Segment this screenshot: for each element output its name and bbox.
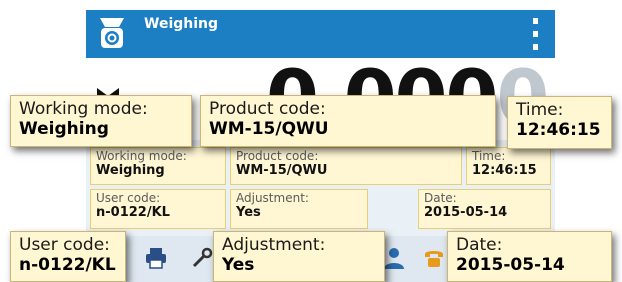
date-label: Date: bbox=[424, 191, 457, 205]
user-code-field: User code: n-0122/KL bbox=[90, 189, 226, 229]
working-mode-callout-value: Weighing bbox=[19, 119, 109, 139]
adjustment-field: Adjustment: Yes bbox=[230, 189, 368, 229]
annotated-screenshot: Weighing 0.0000 Working mode: Weighing P… bbox=[0, 0, 622, 282]
adjustment-callout-value: Yes bbox=[222, 255, 255, 275]
working-mode-field: Working mode: Weighing bbox=[90, 147, 226, 185]
user-code-callout-label: User code: bbox=[19, 235, 110, 255]
product-code-field: Product code: WM-15/QWU bbox=[230, 147, 462, 185]
adjustment-callout: Adjustment: Yes bbox=[213, 231, 385, 282]
adjustment-label: Adjustment: bbox=[236, 191, 309, 205]
date-callout-value: 2015-05-14 bbox=[456, 255, 565, 275]
scale-icon[interactable] bbox=[97, 16, 127, 50]
date-value: 2015-05-14 bbox=[424, 205, 508, 220]
time-callout-value: 12:46:15 bbox=[516, 120, 601, 140]
product-code-callout-value: WM-15/QWU bbox=[209, 119, 329, 139]
user-code-value: n-0122/KL bbox=[96, 205, 170, 220]
user-code-callout-value: n-0122/KL bbox=[19, 255, 116, 275]
date-callout: Date: 2015-05-14 bbox=[447, 231, 612, 282]
working-mode-value: Weighing bbox=[96, 163, 165, 178]
working-mode-label: Working mode: bbox=[96, 149, 187, 163]
user-code-label: User code: bbox=[96, 191, 161, 205]
date-field: Date: 2015-05-14 bbox=[418, 189, 551, 229]
printer-icon[interactable] bbox=[144, 246, 168, 270]
time-callout-label: Time: bbox=[516, 100, 564, 120]
date-callout-label: Date: bbox=[456, 235, 503, 255]
adjustment-callout-label: Adjustment: bbox=[222, 235, 326, 255]
time-label: Time: bbox=[472, 149, 506, 163]
user-icon[interactable] bbox=[382, 246, 406, 270]
adjustment-value: Yes bbox=[236, 205, 261, 220]
kebab-menu-icon[interactable] bbox=[530, 18, 540, 52]
time-field: Time: 12:46:15 bbox=[466, 147, 551, 185]
tools-icon[interactable] bbox=[190, 246, 214, 270]
product-code-callout-label: Product code: bbox=[209, 99, 326, 119]
title-bar: Weighing bbox=[86, 10, 555, 58]
time-callout: Time: 12:46:15 bbox=[507, 96, 612, 149]
working-mode-callout-label: Working mode: bbox=[19, 99, 148, 119]
product-code-label: Product code: bbox=[236, 149, 319, 163]
phone-icon[interactable] bbox=[422, 246, 446, 270]
working-mode-callout: Working mode: Weighing bbox=[10, 95, 192, 147]
product-code-value: WM-15/QWU bbox=[236, 163, 328, 178]
user-code-callout: User code: n-0122/KL bbox=[10, 231, 126, 282]
product-code-callout: Product code: WM-15/QWU bbox=[200, 95, 496, 147]
time-value: 12:46:15 bbox=[472, 163, 537, 178]
window-title: Weighing bbox=[144, 16, 219, 32]
